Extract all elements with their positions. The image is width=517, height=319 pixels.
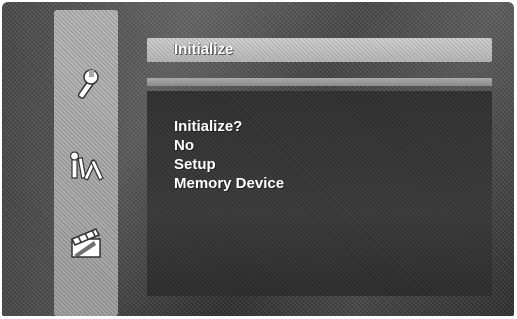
initialize-question: Initialize? [174,118,243,135]
title-bar: Initialize [147,38,492,62]
side-menu-rail [54,10,118,316]
option-no[interactable]: No [174,137,194,154]
option-setup[interactable]: Setup [174,156,216,173]
wrench-icon[interactable] [66,65,106,105]
divider-bar [147,78,492,86]
page-title: Initialize [174,41,234,58]
osd-screen: Initialize Initialize? No Setup Memory D… [2,2,514,316]
dialog-panel: Initialize? No Setup Memory Device [147,91,492,296]
tools-icon[interactable] [66,148,106,188]
clapperboard-icon[interactable] [66,223,106,263]
option-memory-device[interactable]: Memory Device [174,175,284,192]
